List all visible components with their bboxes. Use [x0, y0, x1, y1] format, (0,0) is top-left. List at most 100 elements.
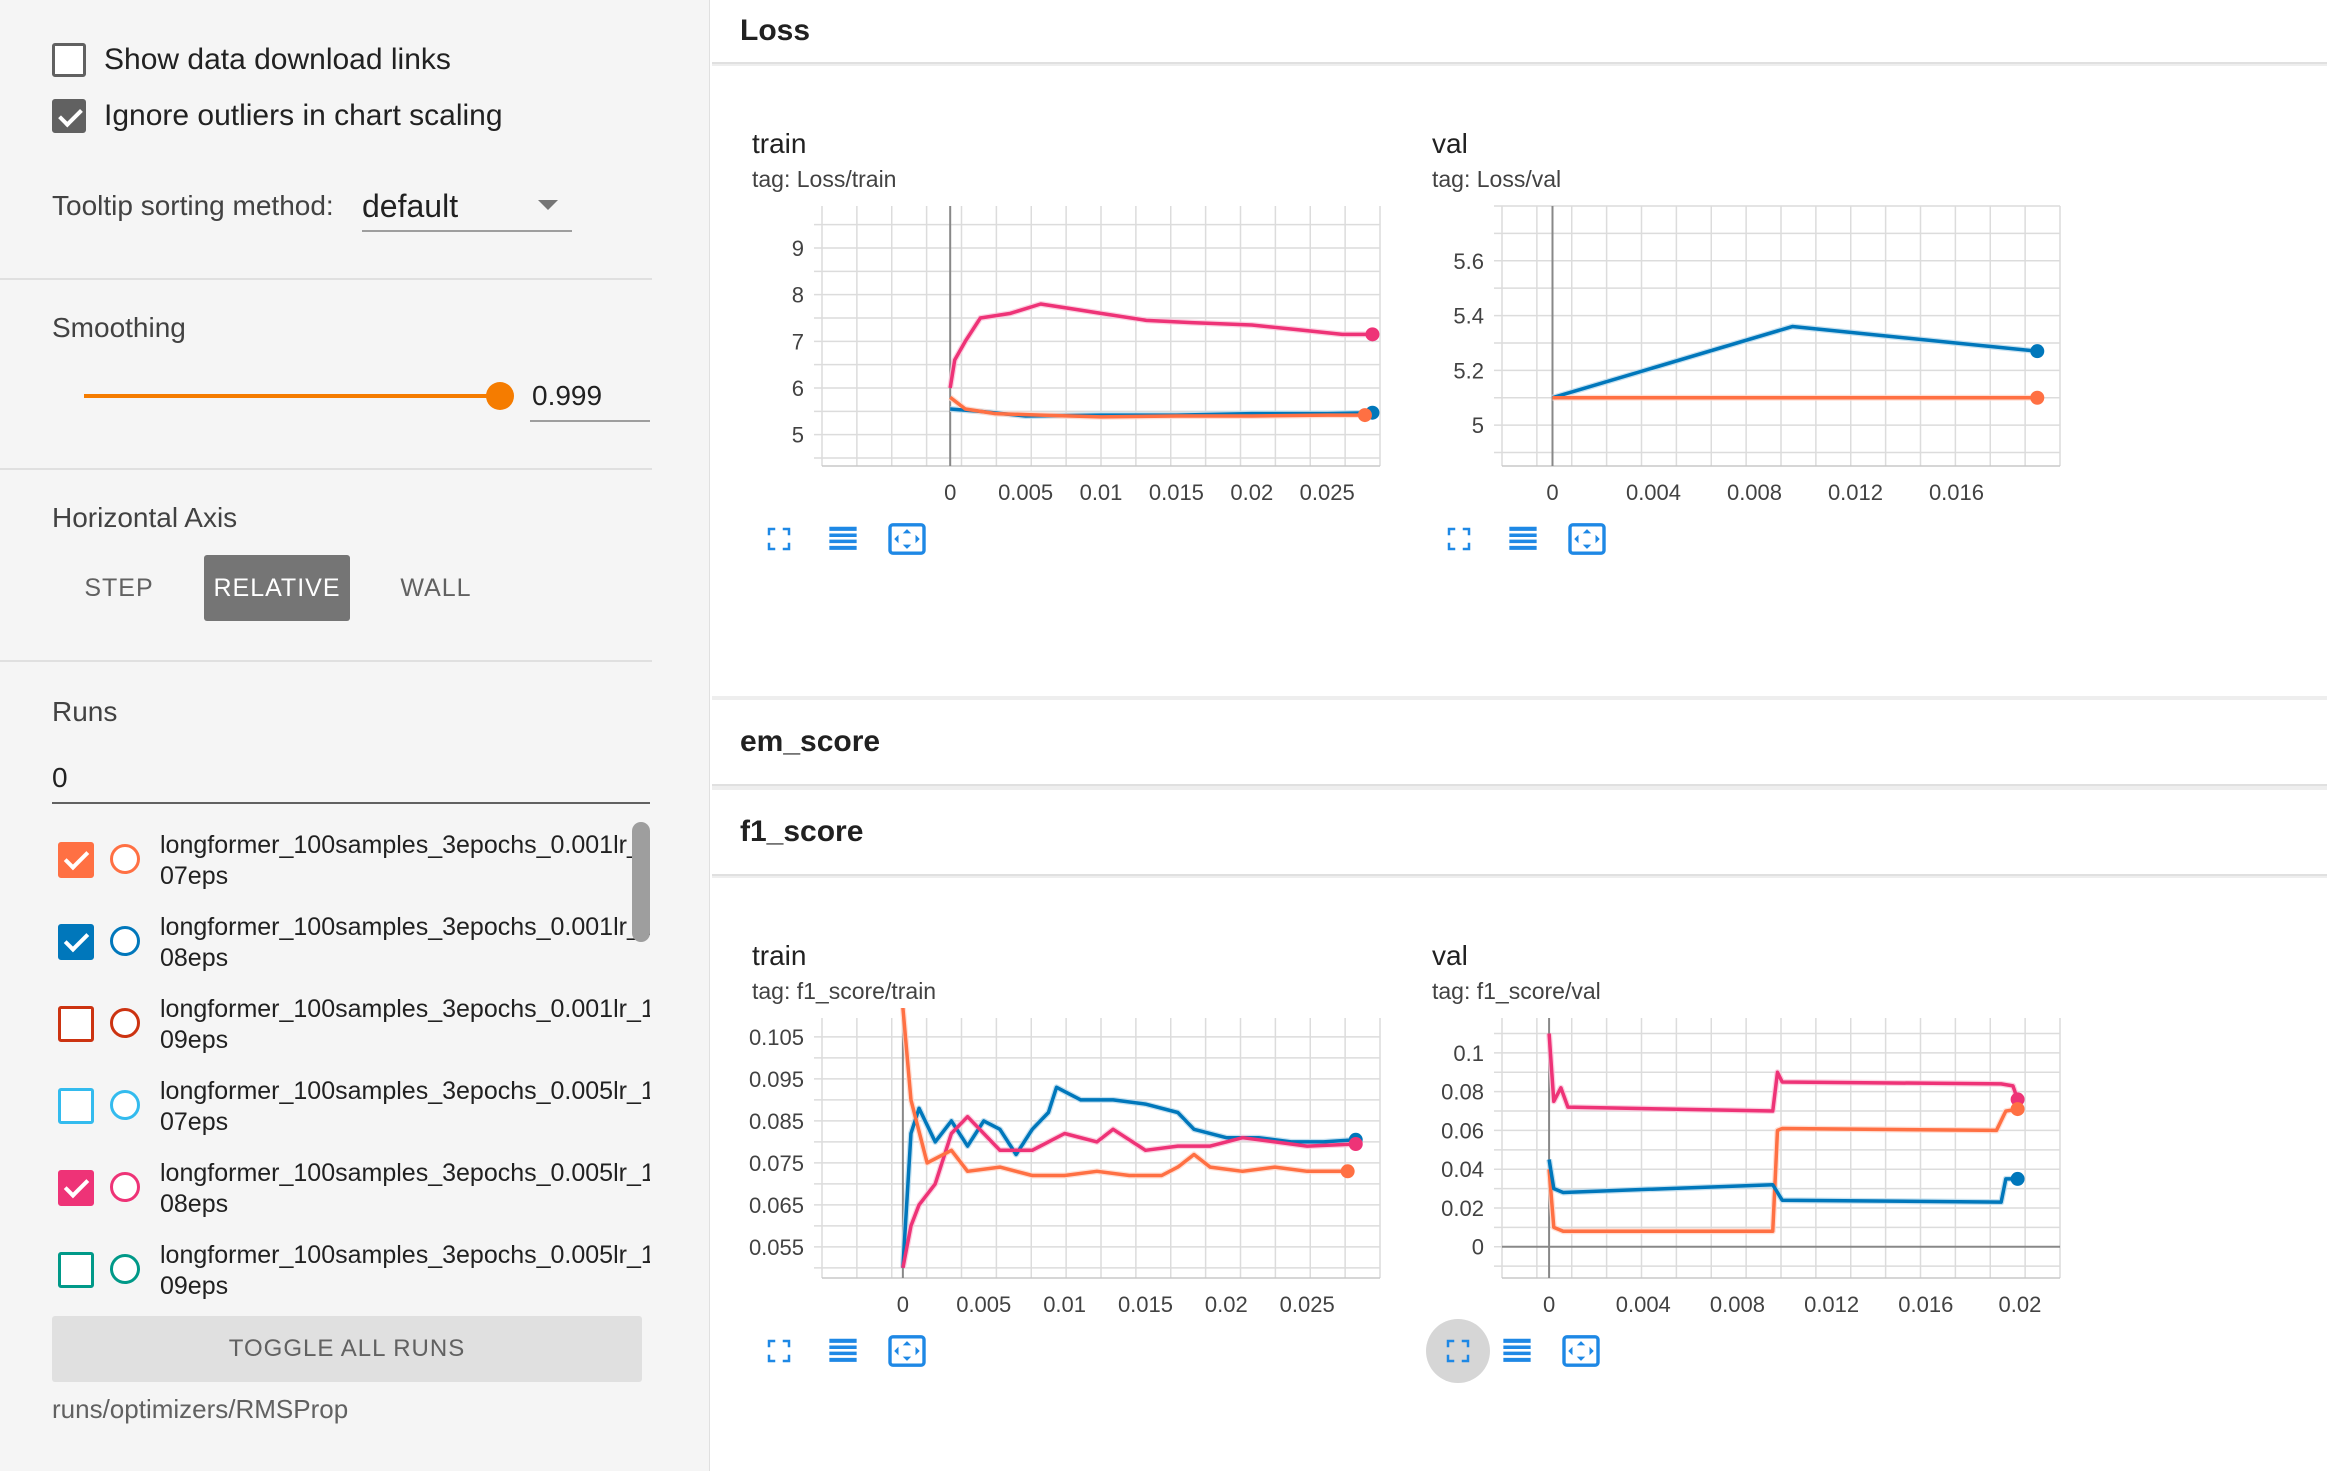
- toggle-log-scale-icon[interactable]: [1490, 1326, 1544, 1376]
- x-tick-label: 0.01: [1043, 1292, 1086, 1317]
- runs-list-scrollbar[interactable]: [632, 822, 650, 942]
- category-em-score-header[interactable]: em_score: [712, 700, 2327, 786]
- y-tick-label: 0.075: [749, 1151, 804, 1176]
- y-tick-label: 6: [792, 376, 804, 401]
- fullscreen-icon[interactable]: [752, 1326, 806, 1376]
- series-end-point: [2030, 390, 2045, 405]
- y-tick-label: 0.065: [749, 1193, 804, 1218]
- toggle-all-runs-button[interactable]: TOGGLE ALL RUNS: [52, 1316, 642, 1382]
- toggle-log-scale-icon[interactable]: [816, 1326, 870, 1376]
- smoothing-label: Smoothing: [52, 312, 186, 343]
- y-tick-label: 7: [792, 329, 804, 354]
- run-checkbox[interactable]: [58, 1170, 94, 1206]
- chart-title: val: [1432, 128, 1468, 159]
- chart-card-loss-train: train tag: Loss/train 5 6 7 8 9 0 0.005 0.01 0.0…: [712, 106, 1392, 666]
- ignore-outliers-checkbox[interactable]: Ignore outliers in chart scaling: [52, 96, 503, 136]
- category-em-score-title: em_score: [740, 725, 881, 758]
- smoothing-value-input[interactable]: 0.999: [530, 372, 650, 422]
- x-tick-label: 0.004: [1616, 1292, 1671, 1317]
- f1-train-chart[interactable]: 0.055 0.065 0.075 0.085 0.095 0.105 0 0.005 0.01…: [712, 1008, 1392, 1318]
- x-tick-label: 0.008: [1710, 1292, 1765, 1317]
- fit-domain-icon[interactable]: [1554, 1326, 1608, 1376]
- smoothing-slider-thumb[interactable]: [486, 382, 514, 410]
- y-tick-label: 5.4: [1453, 304, 1484, 329]
- toggle-log-scale-icon[interactable]: [816, 514, 870, 564]
- series-end-point: [1348, 1137, 1363, 1151]
- divider: [0, 278, 652, 280]
- fit-domain-icon[interactable]: [880, 514, 934, 564]
- chart-tag: tag: Loss/val: [1432, 166, 1562, 192]
- main-panel: Loss train tag: Loss/train 5 6 7 8 9 0 0.005 0.…: [712, 0, 2327, 1471]
- run-checkbox[interactable]: [58, 924, 94, 960]
- y-tick-label: 0: [1472, 1235, 1484, 1260]
- tooltip-sorting-value: default: [362, 188, 459, 224]
- y-tick-label: 0.02: [1441, 1196, 1484, 1221]
- loss-train-chart[interactable]: 5 6 7 8 9 0 0.005 0.01 0.015 0.02 0.025: [712, 196, 1392, 506]
- haxis-relative-button[interactable]: RELATIVE: [204, 555, 350, 621]
- run-item[interactable]: longformer_100samples_3epochs_0.005lr_1e…: [52, 1074, 650, 1146]
- y-tick-label: 0.095: [749, 1067, 804, 1092]
- checkbox-box[interactable]: [52, 43, 86, 77]
- series-end-point: [2010, 1171, 2025, 1186]
- toggle-log-scale-icon[interactable]: [1496, 514, 1550, 564]
- run-item[interactable]: longformer_100samples_3epochs_0.001lr_1e…: [52, 828, 650, 900]
- chart-card-f1-val: val tag: f1_score/val 0 0.02 0.04 0.06 0.08 0…: [1392, 918, 2072, 1471]
- run-item[interactable]: longformer_100samples_3epochs_0.005lr_1e…: [52, 1238, 650, 1308]
- series-end-point: [1357, 408, 1372, 423]
- series-end-point: [2010, 1102, 2025, 1117]
- category-loss-header[interactable]: Loss: [712, 0, 2327, 64]
- divider: [0, 468, 652, 470]
- run-color-swatch[interactable]: [110, 926, 140, 956]
- run-name: longformer_100samples_3epochs_0.001lr_1e…: [160, 831, 650, 890]
- run-item[interactable]: longformer_100samples_3epochs_0.001lr_1e…: [52, 910, 650, 982]
- fullscreen-icon[interactable]: [752, 514, 806, 564]
- tooltip-sorting-select[interactable]: default: [362, 180, 572, 232]
- haxis-wall-button[interactable]: WALL: [380, 555, 492, 621]
- loss-val-chart[interactable]: 5 5.2 5.4 5.6 0 0.004 0.008 0.012 0.016: [1392, 196, 2072, 506]
- runs-filter-input[interactable]: 0: [52, 756, 650, 804]
- f1-val-chart[interactable]: 0 0.02 0.04 0.06 0.08 0.1 0 0.004 0.008 0.012 0.01…: [1392, 1008, 2072, 1318]
- run-checkbox[interactable]: [58, 1006, 94, 1042]
- horizontal-axis-label: Horizontal Axis: [52, 502, 238, 533]
- y-tick-label: 0.085: [749, 1109, 804, 1134]
- x-tick-label: 0.012: [1828, 480, 1883, 505]
- show-download-links-checkbox[interactable]: Show data download links: [52, 40, 451, 80]
- series-end-point: [1365, 327, 1380, 342]
- tooltip-sorting-label: Tooltip sorting method:: [52, 190, 334, 221]
- run-name: longformer_100samples_3epochs_0.005lr_1e…: [160, 1241, 650, 1300]
- y-tick-label: 5.6: [1453, 249, 1484, 274]
- fullscreen-icon[interactable]: [1426, 1319, 1490, 1383]
- category-f1-score-title: f1_score: [740, 815, 864, 848]
- y-tick-label: 0.105: [749, 1025, 804, 1050]
- runs-list: longformer_100samples_3epochs_0.001lr_1e…: [52, 828, 650, 1308]
- x-tick-label: 0: [897, 1292, 909, 1317]
- x-tick-label: 0.016: [1929, 480, 1984, 505]
- show-download-links-label: Show data download links: [104, 43, 451, 76]
- haxis-step-button[interactable]: STEP: [62, 555, 176, 621]
- run-color-swatch[interactable]: [110, 1254, 140, 1284]
- runs-label: Runs: [52, 696, 118, 727]
- run-item[interactable]: longformer_100samples_3epochs_0.005lr_1e…: [52, 1156, 650, 1228]
- x-tick-label: 0.005: [956, 1292, 1011, 1317]
- fullscreen-icon[interactable]: [1432, 514, 1486, 564]
- run-color-swatch[interactable]: [110, 1090, 140, 1120]
- dropdown-caret-icon: [538, 200, 558, 210]
- category-f1-score-header[interactable]: f1_score: [712, 790, 2327, 876]
- run-checkbox[interactable]: [58, 1252, 94, 1288]
- run-name: longformer_100samples_3epochs_0.001lr_1e…: [160, 913, 650, 972]
- checkbox-box-checked[interactable]: [52, 99, 86, 133]
- category-loss-body: train tag: Loss/train 5 6 7 8 9 0 0.005 0.01 0.0…: [712, 66, 2327, 696]
- fit-domain-icon[interactable]: [880, 1326, 934, 1376]
- fit-domain-icon[interactable]: [1560, 514, 1614, 564]
- chart-title: train: [752, 940, 807, 971]
- run-color-swatch[interactable]: [110, 844, 140, 874]
- run-color-swatch[interactable]: [110, 1172, 140, 1202]
- chart-tag: tag: Loss/train: [752, 166, 897, 192]
- smoothing-slider-track[interactable]: [84, 394, 500, 398]
- category-f1-score-body: train tag: f1_score/train 0.055 0.065 0.07…: [712, 878, 2327, 1471]
- run-checkbox[interactable]: [58, 1088, 94, 1124]
- run-color-swatch[interactable]: [110, 1008, 140, 1038]
- run-item[interactable]: longformer_100samples_3epochs_0.001lr_1e…: [52, 992, 650, 1064]
- chart-title: train: [752, 128, 807, 159]
- run-checkbox[interactable]: [58, 842, 94, 878]
